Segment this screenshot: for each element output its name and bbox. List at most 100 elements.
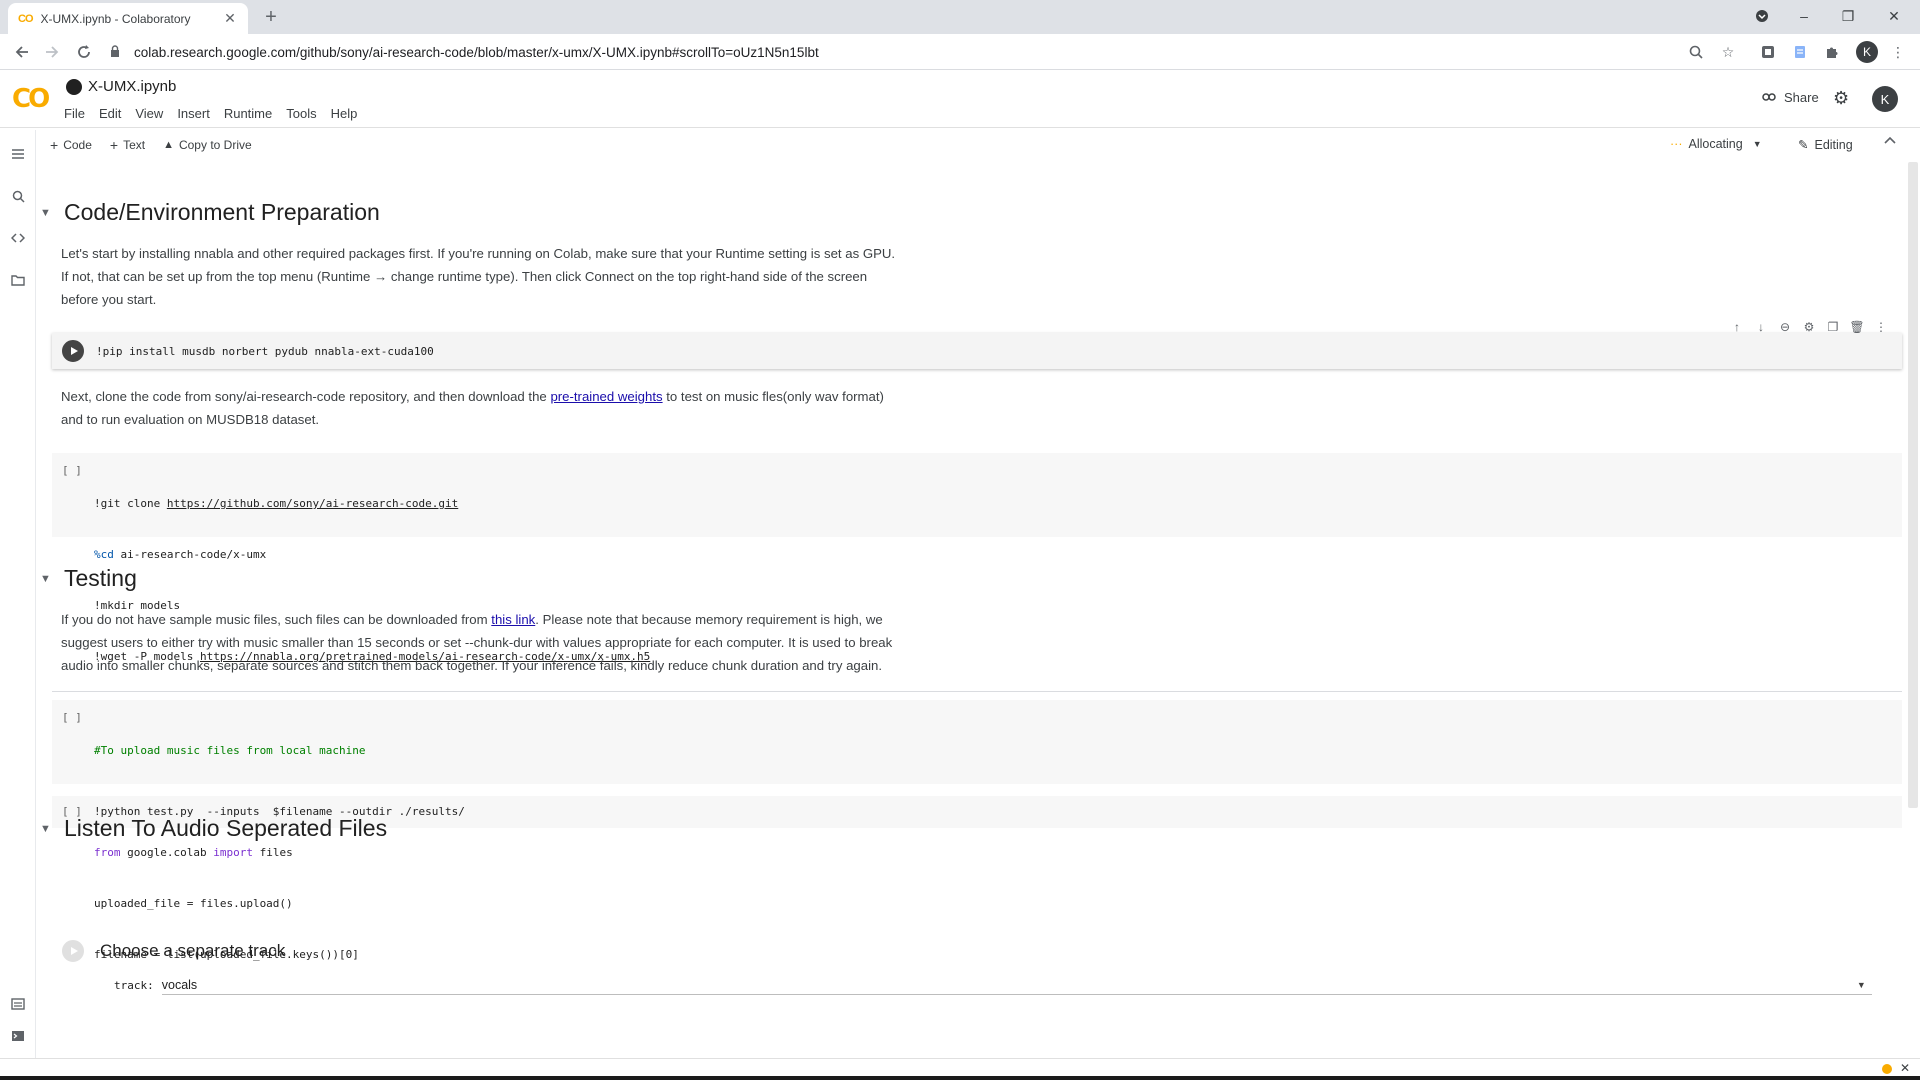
extension-2-icon[interactable]: [1790, 42, 1810, 62]
collapse-header-icon[interactable]: [1884, 136, 1896, 144]
menu-runtime[interactable]: Runtime: [224, 106, 272, 121]
text-line: audio into smaller chunks, separate sour…: [61, 658, 883, 673]
menu-file[interactable]: File: [64, 106, 85, 121]
new-tab-button[interactable]: +: [258, 4, 284, 30]
notebook-title[interactable]: X-UMX.ipynb: [66, 78, 176, 95]
code-span: files: [252, 846, 293, 859]
code-span: ai-research-code/x-umx: [113, 548, 267, 561]
code-comment: #To upload music files from local machin…: [94, 744, 366, 757]
notebook-scrollbar[interactable]: [1908, 162, 1918, 808]
add-code-label: Code: [63, 138, 92, 152]
bookmark-star-icon[interactable]: ☆: [1718, 42, 1738, 62]
reload-icon[interactable]: [72, 40, 96, 64]
tab-search-icon[interactable]: [1740, 2, 1784, 30]
menu-edit[interactable]: Edit: [99, 106, 121, 121]
section-heading-listen[interactable]: ▼ Listen To Audio Seperated Files: [40, 815, 387, 842]
code-cell-clone[interactable]: [ ] !git clone https://github.com/sony/a…: [52, 453, 1902, 663]
track-select[interactable]: vocals ▼: [161, 975, 1872, 995]
add-text-button[interactable]: + Text: [110, 137, 145, 153]
maximize-button[interactable]: ❐: [1826, 2, 1870, 30]
minimize-button[interactable]: –: [1782, 2, 1826, 30]
move-up-icon[interactable]: ↑: [1725, 320, 1749, 334]
add-text-label: Text: [123, 138, 146, 152]
copy-to-drive-button[interactable]: ▲ Copy to Drive: [163, 138, 252, 152]
search-icon[interactable]: [10, 188, 26, 204]
link-icon[interactable]: ⊖: [1773, 320, 1797, 334]
code-line: !git clone https://github.com/sony/ai-re…: [94, 495, 650, 512]
puzzle-extensions-icon[interactable]: [1822, 42, 1842, 62]
browser-menu-icon[interactable]: ⋮: [1888, 42, 1908, 62]
browser-profile-avatar[interactable]: K: [1856, 41, 1878, 63]
address-bar-row: colab.research.google.com/github/sony/ai…: [0, 34, 1920, 70]
text-span: to test on music fles(only wav format): [662, 389, 884, 404]
cell-exec-bracket[interactable]: [ ]: [62, 464, 82, 477]
code-line: from google.colab import files: [94, 844, 366, 861]
section-title: Code/Environment Preparation: [64, 199, 380, 225]
text-line: before you start.: [61, 292, 157, 307]
chevron-down-icon[interactable]: ▼: [1753, 139, 1762, 149]
table-of-contents-icon[interactable]: [10, 146, 26, 162]
editing-mode-button[interactable]: ✎ Editing: [1798, 137, 1853, 153]
link-icon: [1762, 90, 1776, 105]
text-line: If not, that can be set up from the top …: [61, 269, 868, 284]
menu-view[interactable]: View: [135, 106, 163, 121]
collapse-caret-icon[interactable]: ▼: [40, 207, 51, 219]
code-keyword: import: [213, 846, 253, 859]
status-close-icon[interactable]: ✕: [1900, 1061, 1910, 1075]
runtime-status-button[interactable]: ··· Allocating ▼: [1670, 137, 1762, 151]
share-label: Share: [1784, 90, 1819, 105]
collapse-caret-icon[interactable]: ▼: [40, 823, 51, 835]
dropdown-arrow-icon[interactable]: ▼: [1857, 980, 1866, 990]
run-cell-button[interactable]: [62, 340, 84, 362]
track-label: track:: [114, 978, 154, 992]
settings-gear-icon[interactable]: ⚙: [1833, 88, 1849, 109]
add-code-button[interactable]: + Code: [50, 137, 92, 153]
delete-icon[interactable]: 🗑: [1845, 320, 1869, 334]
share-button[interactable]: Share: [1762, 90, 1819, 105]
clone-paragraph: Next, clone the code from sony/ai-resear…: [61, 385, 884, 431]
back-arrow-icon[interactable]: [10, 40, 34, 64]
runtime-status-label: Allocating: [1688, 137, 1743, 151]
close-window-button[interactable]: ✕: [1872, 2, 1916, 30]
forward-arrow-icon[interactable]: [40, 40, 64, 64]
move-down-icon[interactable]: ↓: [1749, 320, 1773, 334]
this-link[interactable]: this link: [491, 612, 535, 627]
plus-icon: +: [109, 137, 119, 153]
pretrained-weights-link[interactable]: pre-trained weights: [550, 389, 662, 404]
files-folder-icon[interactable]: [10, 272, 26, 288]
menu-help[interactable]: Help: [331, 106, 358, 121]
menu-tools[interactable]: Tools: [286, 106, 316, 121]
zoom-icon[interactable]: [1686, 42, 1706, 62]
code-text[interactable]: !pip install musdb norbert pydub nnabla-…: [96, 343, 434, 360]
code-url-link[interactable]: https://github.com/sony/ai-research-code…: [167, 497, 458, 510]
browser-tab[interactable]: CO X-UMX.ipynb - Colaboratory ✕: [8, 3, 248, 34]
section-heading-prep[interactable]: ▼ Code/Environment Preparation: [40, 199, 380, 226]
colab-logo[interactable]: CO: [12, 84, 50, 114]
cell-divider: [52, 691, 1902, 692]
run-form-cell-button[interactable]: [62, 940, 84, 962]
code-span: !git clone: [94, 497, 167, 510]
code-cell-upload[interactable]: [ ] #To upload music files from local ma…: [52, 700, 1902, 961]
testing-paragraph: If you do not have sample music files, s…: [61, 608, 892, 677]
user-avatar[interactable]: K: [1872, 86, 1898, 112]
section-heading-testing[interactable]: ▼ Testing: [40, 565, 137, 592]
status-dot-icon: [1882, 1064, 1892, 1074]
code-cell-pip[interactable]: !pip install musdb norbert pydub nnabla-…: [52, 333, 1902, 369]
collapse-caret-icon[interactable]: ▼: [40, 573, 51, 585]
section-title: Testing: [64, 565, 137, 591]
extension-1-icon[interactable]: [1758, 42, 1778, 62]
section-title: Listen To Audio Seperated Files: [64, 815, 388, 841]
github-icon: [66, 78, 82, 95]
text-line: and to run evaluation on MUSDB18 dataset…: [61, 412, 320, 427]
url-bar[interactable]: colab.research.google.com/github/sony/ai…: [110, 38, 1710, 66]
command-palette-icon[interactable]: [10, 996, 26, 1012]
cell-exec-bracket[interactable]: [ ]: [62, 711, 82, 724]
more-icon[interactable]: ⋮: [1869, 320, 1893, 334]
menu-insert[interactable]: Insert: [177, 106, 210, 121]
colab-favicon-icon: CO: [18, 12, 33, 25]
code-snippets-icon[interactable]: [10, 230, 26, 246]
mirror-icon[interactable]: ❐: [1821, 320, 1845, 334]
tab-close-icon[interactable]: ✕: [222, 10, 238, 27]
terminal-icon[interactable]: [10, 1028, 26, 1044]
settings-icon[interactable]: ⚙: [1797, 320, 1821, 334]
